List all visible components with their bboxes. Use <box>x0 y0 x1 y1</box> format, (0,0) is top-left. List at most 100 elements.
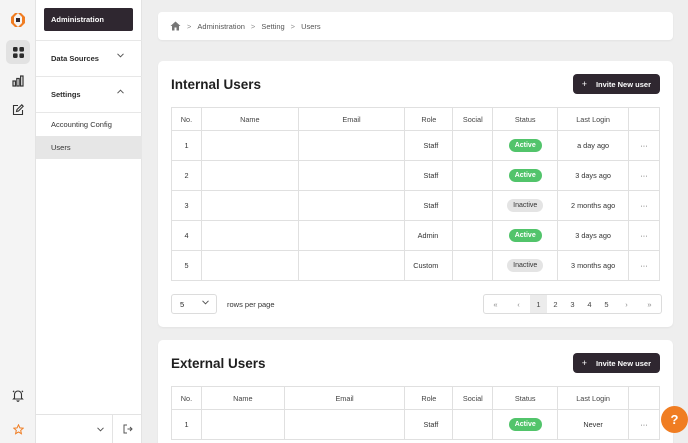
table-row[interactable]: 3 Staff Inactive 2 months ago ··· <box>171 190 660 221</box>
internal-users-card: Internal Users + Invite New user No. Nam… <box>158 61 673 327</box>
row-actions-menu[interactable]: ··· <box>628 190 660 221</box>
breadcrumb-administration[interactable]: Administration <box>197 22 245 31</box>
breadcrumb-separator: > <box>187 21 192 31</box>
sidebar-brand[interactable]: Administration <box>44 8 133 31</box>
star-icon[interactable] <box>6 417 30 441</box>
cell-email <box>297 130 406 161</box>
cell-status: Active <box>492 220 559 251</box>
cell-social <box>452 409 494 440</box>
external-users-table: No. Name Email Role Social Status Last L… <box>171 386 660 440</box>
cell-no: 4 <box>171 220 202 251</box>
cell-email <box>297 160 406 191</box>
table-row[interactable]: 5 Custom Inactive 3 months ago ··· <box>171 250 660 281</box>
cell-social <box>452 130 494 161</box>
table-row[interactable]: 1 Staff Active Never ··· <box>171 409 660 440</box>
table-row[interactable]: 4 Admin Active 3 days ago ··· <box>171 220 660 251</box>
breadcrumb-setting[interactable]: Setting <box>261 22 284 31</box>
cell-last-login: 2 months ago <box>557 190 630 221</box>
column-header-email[interactable]: Email <box>297 107 406 131</box>
cell-no: 2 <box>171 160 202 191</box>
column-header-role[interactable]: Role <box>404 107 454 131</box>
cell-social <box>452 220 494 251</box>
table-row[interactable]: 2 Staff Active 3 days ago ··· <box>171 160 660 191</box>
column-header-last-login[interactable]: Last Login <box>557 107 630 131</box>
next-page-button[interactable]: › <box>615 295 638 313</box>
page-button-2[interactable]: 2 <box>547 295 564 313</box>
column-header-no[interactable]: No. <box>171 386 202 410</box>
row-actions-menu[interactable]: ··· <box>628 250 660 281</box>
cell-status: Inactive <box>492 190 559 221</box>
column-header-status[interactable]: Status <box>492 107 559 131</box>
status-badge: Active <box>508 229 542 242</box>
external-users-card: External Users + Invite New user No. Nam… <box>158 340 673 443</box>
cell-name <box>200 160 299 191</box>
first-page-button[interactable]: « <box>484 295 507 313</box>
last-page-button[interactable]: » <box>638 295 661 313</box>
column-header-email[interactable]: Email <box>283 386 406 410</box>
internal-users-title: Internal Users <box>171 77 262 92</box>
chevron-down-icon[interactable] <box>97 427 104 432</box>
logout-icon[interactable] <box>123 424 133 434</box>
section-label: Data Sources <box>51 53 99 63</box>
notification-bell-icon[interactable] <box>6 383 30 407</box>
invite-label: Invite New user <box>595 358 651 368</box>
column-header-last-login[interactable]: Last Login <box>557 386 629 410</box>
cell-no: 3 <box>171 190 202 221</box>
pagination: « ‹ 1 2 3 4 5 › » <box>483 294 662 314</box>
sidebar-section-data-sources[interactable]: Data Sources <box>36 40 142 76</box>
plus-icon: + <box>581 358 587 368</box>
home-icon[interactable] <box>170 21 181 31</box>
sidebar: Administration Data Sources Settings Acc… <box>36 0 142 443</box>
prev-page-button[interactable]: ‹ <box>507 295 530 313</box>
column-header-actions <box>628 386 660 410</box>
page-button-4[interactable]: 4 <box>581 295 598 313</box>
cell-last-login: 3 days ago <box>557 220 630 251</box>
app-logo-icon[interactable] <box>6 8 30 32</box>
plus-icon: + <box>581 79 587 89</box>
help-button[interactable]: ? <box>661 406 688 433</box>
row-actions-menu[interactable]: ··· <box>628 220 660 251</box>
status-badge: Inactive <box>507 259 544 272</box>
sidebar-footer <box>36 414 142 443</box>
cell-role: Staff <box>404 160 454 191</box>
invite-new-user-button[interactable]: + Invite New user <box>572 74 660 94</box>
edit-icon[interactable] <box>6 98 30 122</box>
table-row[interactable]: 1 Staff Active a day ago ··· <box>171 130 660 161</box>
sidebar-section-settings[interactable]: Settings <box>36 76 142 112</box>
column-header-name[interactable]: Name <box>200 386 285 410</box>
sidebar-item-users[interactable]: Users <box>36 136 142 159</box>
cell-name <box>200 190 299 221</box>
dashboard-grid-icon[interactable] <box>6 40 30 64</box>
cell-role: Custom <box>404 250 454 281</box>
column-header-role[interactable]: Role <box>404 386 454 410</box>
cell-role: Admin <box>404 220 454 251</box>
cell-last-login: Never <box>557 409 629 440</box>
internal-users-table: No. Name Email Role Social Status Last L… <box>171 107 660 281</box>
invite-new-user-button[interactable]: + Invite New user <box>572 353 660 373</box>
breadcrumb-users: Users <box>301 21 321 31</box>
column-header-no[interactable]: No. <box>171 107 202 131</box>
cell-social <box>452 190 494 221</box>
status-badge: Active <box>508 169 542 182</box>
bar-chart-icon[interactable] <box>6 69 30 93</box>
page-button-1[interactable]: 1 <box>530 295 547 313</box>
rows-per-page-select[interactable]: 5 <box>171 294 217 314</box>
column-header-social[interactable]: Social <box>452 107 494 131</box>
divider <box>112 415 113 443</box>
breadcrumb-separator: > <box>290 21 296 31</box>
sidebar-item-accounting-config[interactable]: Accounting Config <box>36 113 142 136</box>
cell-name <box>200 250 299 281</box>
row-actions-menu[interactable]: ··· <box>628 409 660 440</box>
row-actions-menu[interactable]: ··· <box>628 160 660 191</box>
row-actions-menu[interactable]: ··· <box>628 130 660 161</box>
page-button-5[interactable]: 5 <box>598 295 615 313</box>
column-header-status[interactable]: Status <box>492 386 559 410</box>
column-header-social[interactable]: Social <box>452 386 494 410</box>
page-button-3[interactable]: 3 <box>564 295 581 313</box>
chevron-down-icon <box>117 53 124 58</box>
cell-no: 1 <box>171 409 202 440</box>
column-header-name[interactable]: Name <box>200 107 299 131</box>
cell-no: 5 <box>171 250 202 281</box>
cell-no: 1 <box>171 130 202 161</box>
chevron-up-icon <box>117 89 124 94</box>
